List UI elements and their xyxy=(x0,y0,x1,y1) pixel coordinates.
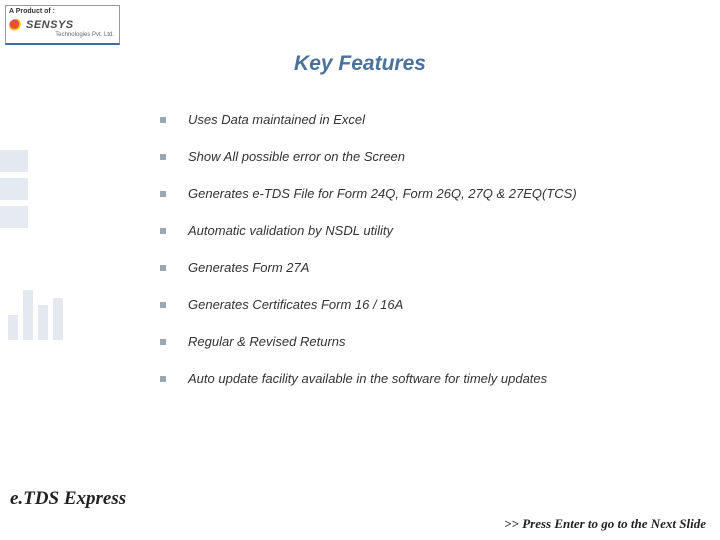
page-title: Key Features xyxy=(0,52,720,76)
logo-swirl-icon xyxy=(8,18,24,32)
decor-bar xyxy=(0,206,28,228)
feature-text: Automatic validation by NSDL utility xyxy=(188,223,393,238)
bullet-icon xyxy=(160,339,166,345)
bullet-icon xyxy=(160,154,166,160)
list-item: Regular & Revised Returns xyxy=(160,334,700,349)
list-item: Show All possible error on the Screen xyxy=(160,149,700,164)
brand-name: SENSYS xyxy=(26,20,74,31)
logo-line: SENSYS xyxy=(9,19,116,31)
list-item: Generates Form 27A xyxy=(160,260,700,275)
decor-bar xyxy=(0,150,28,172)
list-item: Generates e-TDS File for Form 24Q, Form … xyxy=(160,186,700,201)
bullet-icon xyxy=(160,302,166,308)
feature-text: Generates Certificates Form 16 / 16A xyxy=(188,297,403,312)
feature-text: Auto update facility available in the so… xyxy=(188,371,547,386)
list-item: Auto update facility available in the so… xyxy=(160,371,700,386)
list-item: Generates Certificates Form 16 / 16A xyxy=(160,297,700,312)
decor-bar xyxy=(0,178,28,200)
decor-bars-top xyxy=(0,150,42,234)
decor-bars-chart xyxy=(8,290,68,340)
decor-col xyxy=(23,290,33,340)
feature-text: Uses Data maintained in Excel xyxy=(188,112,365,127)
product-name: e.TDS Express xyxy=(10,488,126,510)
decor-col xyxy=(53,298,63,340)
list-item: Uses Data maintained in Excel xyxy=(160,112,700,127)
feature-text: Show All possible error on the Screen xyxy=(188,149,405,164)
decor-col xyxy=(8,315,18,340)
bullet-icon xyxy=(160,191,166,197)
feature-list: Uses Data maintained in Excel Show All p… xyxy=(160,112,700,408)
bullet-icon xyxy=(160,376,166,382)
decor-col xyxy=(38,305,48,340)
product-of-box: A Product of : SENSYS Technologies Pvt. … xyxy=(5,5,120,45)
list-item: Automatic validation by NSDL utility xyxy=(160,223,700,238)
bullet-icon xyxy=(160,265,166,271)
feature-text: Generates Form 27A xyxy=(188,260,309,275)
brand-tagline: Technologies Pvt. Ltd. xyxy=(9,32,116,38)
feature-text: Regular & Revised Returns xyxy=(188,334,346,349)
bullet-icon xyxy=(160,228,166,234)
bullet-icon xyxy=(160,117,166,123)
product-of-label: A Product of : xyxy=(9,8,116,15)
feature-text: Generates e-TDS File for Form 24Q, Form … xyxy=(188,186,577,201)
footer-hint: >> Press Enter to go to the Next Slide xyxy=(504,516,706,532)
